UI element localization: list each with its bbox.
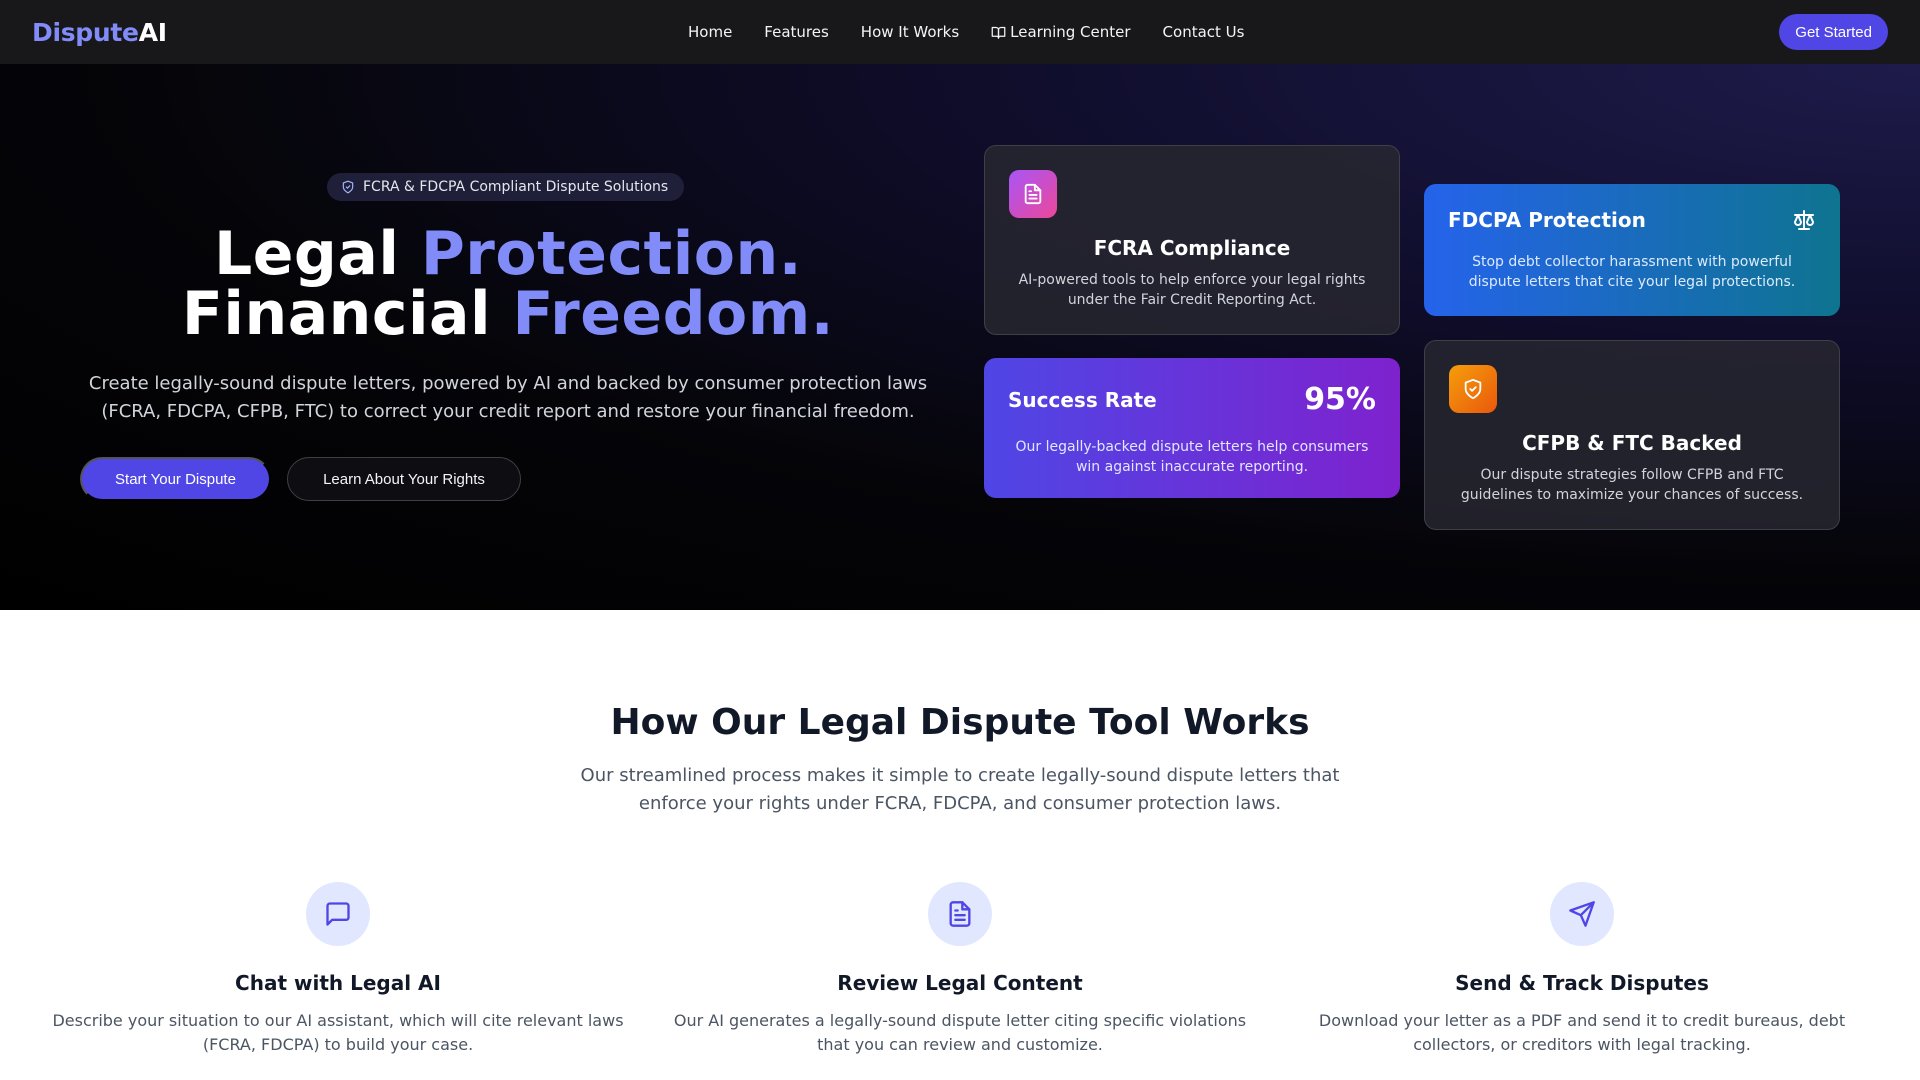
logo[interactable]: DisputeAI xyxy=(32,18,167,47)
fdcpa-card: FDCPA Protection Stop debt collector har… xyxy=(1424,184,1840,316)
step-review: Review Legal Content Our AI generates a … xyxy=(660,882,1260,1057)
hero-title: Legal Protection. Financial Freedom. xyxy=(60,224,956,344)
fcra-card: FCRA Compliance AI-powered tools to help… xyxy=(984,145,1400,335)
learn-rights-button[interactable]: Learn About Your Rights xyxy=(287,457,521,501)
step-chat-text: Describe your situation to our AI assist… xyxy=(52,1011,624,1054)
nav-link-learning-center[interactable]: Learning Center xyxy=(991,23,1131,41)
nav-link-how-it-works[interactable]: How It Works xyxy=(861,23,959,41)
step-review-title: Review Legal Content xyxy=(837,971,1083,995)
start-dispute-button[interactable]: Start Your Dispute xyxy=(80,457,271,501)
success-rate-card: Success Rate 95% Our legally-backed disp… xyxy=(984,358,1400,498)
document-icon xyxy=(928,882,992,946)
success-rate-text: Our legally-backed dispute letters help … xyxy=(1015,439,1369,475)
hero-subtitle: Create legally-sound dispute letters, po… xyxy=(88,373,928,422)
scale-icon xyxy=(1794,210,1814,230)
chat-icon xyxy=(306,882,370,946)
step-send: Send & Track Disputes Download your lett… xyxy=(1282,882,1882,1057)
cfpb-card-text: Our dispute strategies follow CFPB and F… xyxy=(1460,467,1804,503)
fdcpa-card-title: FDCPA Protection xyxy=(1448,208,1646,232)
cfpb-card: CFPB & FTC Backed Our dispute strategies… xyxy=(1424,340,1840,530)
step-send-text: Download your letter as a PDF and send i… xyxy=(1318,1011,1846,1054)
nav-link-learning-center-label: Learning Center xyxy=(1010,23,1131,41)
nav-links: Home Features How It Works Learning Cent… xyxy=(688,0,1276,64)
compliance-badge-label: FCRA & FDCPA Compliant Dispute Solutions xyxy=(363,179,669,195)
fcra-card-title: FCRA Compliance xyxy=(1093,236,1291,260)
step-send-title: Send & Track Disputes xyxy=(1455,971,1709,995)
success-rate-value: 95% xyxy=(1304,382,1376,417)
nav-link-features[interactable]: Features xyxy=(764,23,829,41)
get-started-button[interactable]: Get Started xyxy=(1779,14,1888,50)
logo-part2: AI xyxy=(138,17,167,47)
shield-check-icon xyxy=(1449,365,1497,413)
step-review-text: Our AI generates a legally-sound dispute… xyxy=(673,1011,1247,1054)
nav-link-contact-us[interactable]: Contact Us xyxy=(1163,23,1245,41)
document-icon xyxy=(1009,170,1057,218)
step-chat-title: Chat with Legal AI xyxy=(235,971,441,995)
hero-title-highlight-2: Freedom. xyxy=(512,279,835,349)
step-chat: Chat with Legal AI Describe your situati… xyxy=(38,882,638,1057)
hero-section: FCRA & FDCPA Compliant Dispute Solutions… xyxy=(0,64,1920,610)
book-icon xyxy=(991,26,1006,39)
logo-part1: Dispute xyxy=(32,17,139,47)
hero-title-plain-2: Financial xyxy=(181,279,513,349)
send-icon xyxy=(1550,882,1614,946)
nav-link-home[interactable]: Home xyxy=(688,23,732,41)
compliance-badge: FCRA & FDCPA Compliant Dispute Solutions xyxy=(327,173,685,201)
shield-icon xyxy=(342,180,354,194)
cfpb-card-title: CFPB & FTC Backed xyxy=(1522,431,1742,455)
fdcpa-card-text: Stop debt collector harassment with powe… xyxy=(1468,254,1796,290)
how-it-works-title: How Our Legal Dispute Tool Works xyxy=(610,702,1310,743)
success-rate-title: Success Rate xyxy=(1008,387,1157,412)
how-it-works-subtitle: Our streamlined process makes it simple … xyxy=(580,765,1340,814)
top-nav: DisputeAI Home Features How It Works Lea… xyxy=(0,0,1920,64)
fcra-card-text: AI-powered tools to help enforce your le… xyxy=(1018,272,1366,308)
